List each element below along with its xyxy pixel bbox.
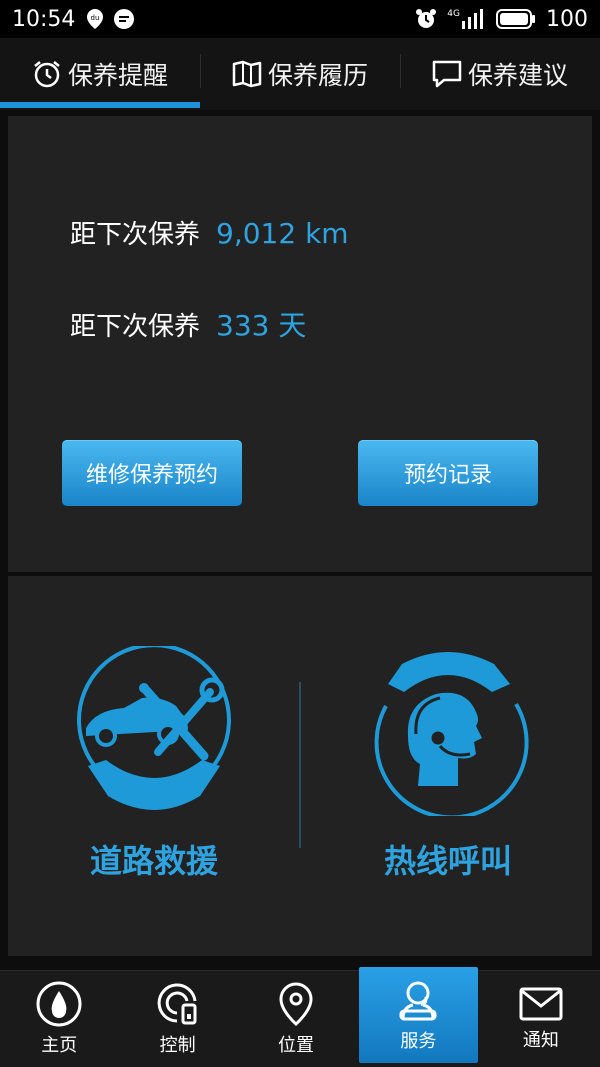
baidu-map-icon: du [85,8,105,30]
network-type: 4G [447,9,460,19]
maintenance-reminder-panel: 距下次保养 9,012 km 距下次保养 333 天 维修保养预约 预约记录 [8,116,592,572]
nav-label: 控制 [159,1035,196,1056]
roadside-assistance-label: 道路救援 [89,842,218,880]
nav-item-notifications[interactable]: 通知 [482,971,600,1067]
nav-label: 通知 [522,1030,559,1051]
appointment-records-button[interactable]: 预约记录 [358,440,538,506]
tab-label: 保养履历 [267,61,368,90]
hotline-call[interactable]: 热线呼叫 [358,646,538,882]
tab-maintenance-history[interactable]: 保养履历 [200,38,400,110]
battery-level: 100 [546,6,588,32]
book-icon [232,60,262,88]
svg-text:du: du [91,14,100,22]
distance-label: 距下次保养 [70,220,201,250]
location-pin-icon [276,981,316,1027]
tab-label: 保养提醒 [67,61,168,90]
nav-item-control[interactable]: 控制 [118,971,236,1067]
nav-label: 主页 [41,1035,78,1056]
tab-label: 保养建议 [467,61,568,90]
days-row: 距下次保养 333 天 [70,304,306,344]
nav-item-location[interactable]: 位置 [237,971,355,1067]
nav-item-service[interactable]: 服务 [359,967,478,1063]
battery-icon [496,8,536,30]
alarm-icon [415,8,437,30]
appointment-button[interactable]: 维修保养预约 [62,440,242,506]
active-tab-indicator [0,102,200,108]
tab-maintenance-reminder[interactable]: 保养提醒 [0,38,200,110]
remote-control-icon [155,981,201,1027]
divider [299,682,301,848]
chat-bubble-icon [432,60,462,88]
alarm-clock-icon [32,59,62,89]
maintenance-tabs: 保养提醒 保养履历 保养建议 [0,38,600,110]
home-drop-icon [36,981,82,1027]
days-label: 距下次保养 [70,312,201,342]
distance-row: 距下次保养 9,012 km [70,214,349,251]
bottom-navigation: 主页 控制 位置 服务 通知 [0,967,600,1067]
days-value: 333 天 [216,309,307,342]
roadside-assistance-icon [64,646,244,816]
signal-icon: 4G [447,9,486,29]
roadside-assistance[interactable]: 道路救援 [64,646,244,882]
nav-item-home[interactable]: 主页 [0,971,118,1067]
nav-label: 位置 [278,1035,315,1056]
hotline-agent-icon [358,646,538,816]
hotline-call-label: 热线呼叫 [383,842,512,880]
message-icon [113,8,135,30]
mail-icon [519,986,563,1022]
nav-label: 服务 [400,1031,437,1052]
distance-value: 9,012 km [216,217,349,250]
services-panel: 道路救援 热线呼叫 [8,576,592,956]
service-agent-icon [395,977,441,1023]
tab-maintenance-advice[interactable]: 保养建议 [400,38,600,110]
status-bar: 10:54 du 4G 100 [0,0,600,38]
clock: 10:54 [12,6,76,32]
